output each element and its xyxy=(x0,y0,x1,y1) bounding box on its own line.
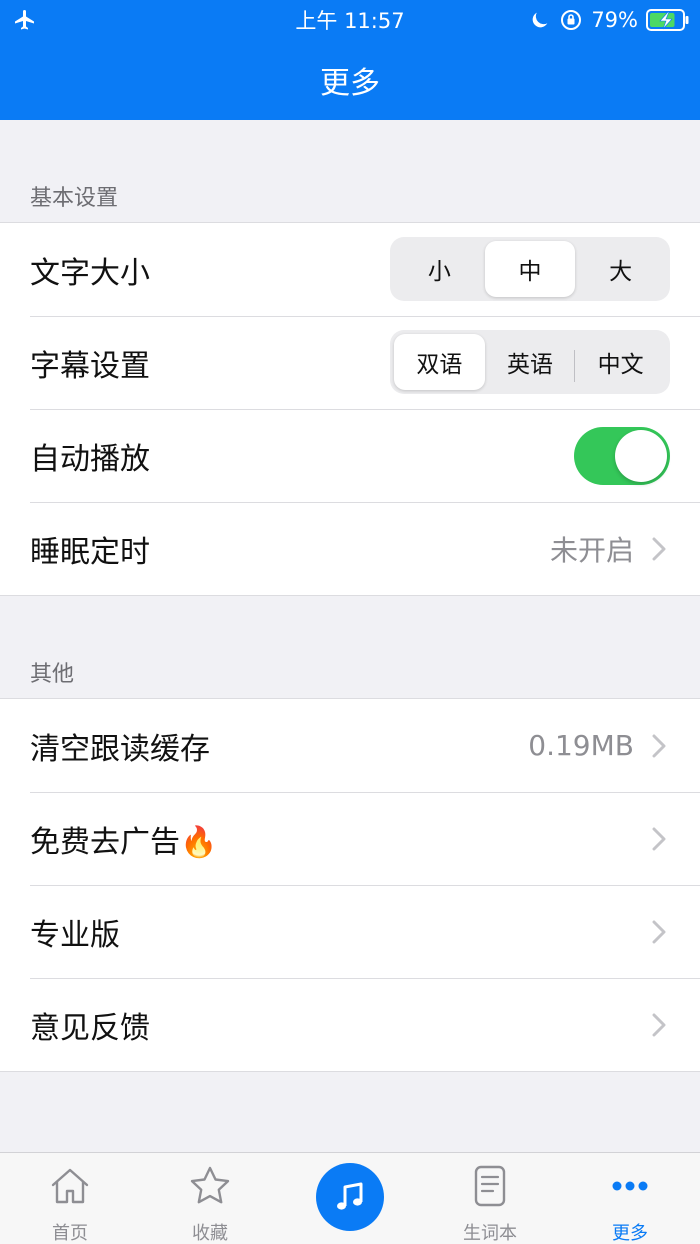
moon-icon xyxy=(532,12,548,28)
font-size-option-large[interactable]: 大 xyxy=(575,241,666,297)
section-header-basic: 基本设置 xyxy=(30,186,119,211)
pro-version-row[interactable]: 专业版 xyxy=(0,885,700,978)
feedback-row[interactable]: 意见反馈 xyxy=(0,978,700,1071)
more-dots-icon xyxy=(612,1181,648,1191)
clear-cache-row[interactable]: 清空跟读缓存 0.19MB xyxy=(0,699,700,792)
subtitle-segmented-control: 双语 英语 中文 xyxy=(390,330,670,394)
tab-vocab-label: 生词本 xyxy=(463,1223,517,1244)
chevron-right-icon xyxy=(652,537,666,560)
pro-version-label: 专业版 xyxy=(30,917,120,953)
tab-favorites-label: 收藏 xyxy=(192,1223,228,1244)
subtitle-option-chinese[interactable]: 中文 xyxy=(575,334,666,390)
cache-size-value: 0.19MB xyxy=(528,729,634,762)
page-title: 更多 xyxy=(320,66,380,101)
status-right: 79% xyxy=(529,5,690,35)
tab-vocab[interactable]: 生词本 xyxy=(420,1153,560,1244)
autoplay-row: 自动播放 xyxy=(0,409,700,502)
remove-ads-text: 免费去广告 xyxy=(30,824,180,860)
tab-player[interactable] xyxy=(280,1153,420,1244)
rotation-lock-icon xyxy=(561,10,582,30)
battery-icon xyxy=(646,9,689,31)
basic-settings-group: 文字大小 小 中 大 字幕设置 双语 英语 中文 自动播放 睡眠定时 未开启 xyxy=(0,222,700,596)
subtitle-option-bilingual[interactable]: 双语 xyxy=(394,334,485,390)
battery-percent: 79% xyxy=(591,8,638,32)
sleep-timer-value: 未开启 xyxy=(549,533,634,567)
subtitle-option-english[interactable]: 英语 xyxy=(485,334,576,390)
status-bar: 上午 11:57 79% xyxy=(0,0,700,40)
top-bar: 上午 11:57 79% 更多 xyxy=(0,0,700,120)
tab-favorites[interactable]: 收藏 xyxy=(140,1153,280,1244)
tab-home-label: 首页 xyxy=(52,1223,88,1244)
tab-bar: 首页 收藏 生词本 更多 xyxy=(0,1152,700,1244)
remove-ads-label: 免费去广告🔥 xyxy=(30,817,217,861)
chevron-right-icon xyxy=(652,827,666,850)
subtitle-option-english-label: 英语 xyxy=(507,352,553,378)
font-size-segmented-control: 小 中 大 xyxy=(390,237,670,301)
font-size-row: 文字大小 小 中 大 xyxy=(0,223,700,316)
subtitle-row: 字幕设置 双语 英语 中文 xyxy=(0,316,700,409)
chevron-right-icon xyxy=(652,1013,666,1036)
font-size-label: 文字大小 xyxy=(30,255,150,291)
clear-cache-label: 清空跟读缓存 xyxy=(30,731,210,767)
section-header-other: 其他 xyxy=(30,662,75,687)
toggle-knob xyxy=(615,430,667,482)
tab-home[interactable]: 首页 xyxy=(0,1153,140,1244)
other-group: 清空跟读缓存 0.19MB 免费去广告🔥 专业版 意见反馈 xyxy=(0,698,700,1072)
autoplay-label: 自动播放 xyxy=(30,441,150,477)
tab-more[interactable]: 更多 xyxy=(560,1153,700,1244)
fire-icon: 🔥 xyxy=(180,824,218,860)
subtitle-label: 字幕设置 xyxy=(30,348,150,384)
star-icon xyxy=(190,1166,230,1204)
font-size-option-medium[interactable]: 中 xyxy=(484,241,576,297)
music-note-icon xyxy=(337,1182,363,1210)
font-size-option-small[interactable]: 小 xyxy=(394,241,485,297)
feedback-label: 意见反馈 xyxy=(30,1010,150,1046)
home-icon xyxy=(51,1168,89,1204)
chevron-right-icon xyxy=(652,920,666,943)
remove-ads-row[interactable]: 免费去广告🔥 xyxy=(0,792,700,885)
sleep-timer-row[interactable]: 睡眠定时 未开启 xyxy=(0,502,700,595)
tab-more-label: 更多 xyxy=(612,1223,648,1244)
notebook-icon xyxy=(474,1165,506,1207)
player-button[interactable] xyxy=(316,1163,384,1231)
sleep-timer-label: 睡眠定时 xyxy=(30,534,150,570)
autoplay-toggle[interactable] xyxy=(574,427,670,485)
chevron-right-icon xyxy=(652,734,666,757)
